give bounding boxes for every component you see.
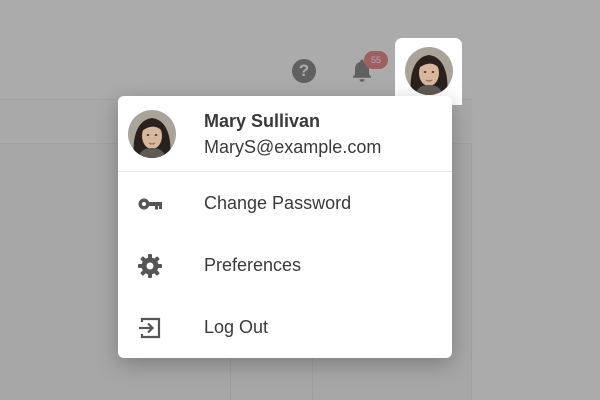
notification-badge: 55 xyxy=(364,51,388,69)
logout-icon xyxy=(137,315,163,341)
menu-item-preferences[interactable]: Preferences xyxy=(118,235,452,297)
menu-item-label: Change Password xyxy=(204,193,352,213)
menu-item-log-out[interactable]: Log Out xyxy=(118,297,452,359)
avatar xyxy=(405,47,453,95)
user-menu-trigger[interactable] xyxy=(395,38,462,105)
menu-item-label: Log Out xyxy=(204,317,269,337)
key-icon xyxy=(137,191,163,217)
user-name: Mary Sullivan xyxy=(204,111,321,131)
user-dropdown-menu: Mary Sullivan MaryS@example.com Change P… xyxy=(118,96,452,358)
avatar xyxy=(128,110,176,158)
question-circle-icon[interactable]: ? xyxy=(292,59,316,83)
gear-icon xyxy=(137,253,163,279)
user-profile-header: Mary Sullivan MaryS@example.com xyxy=(118,96,452,172)
menu-item-label: Preferences xyxy=(204,255,302,275)
user-email: MaryS@example.com xyxy=(204,137,382,157)
menu-item-change-password[interactable]: Change Password xyxy=(118,173,452,235)
